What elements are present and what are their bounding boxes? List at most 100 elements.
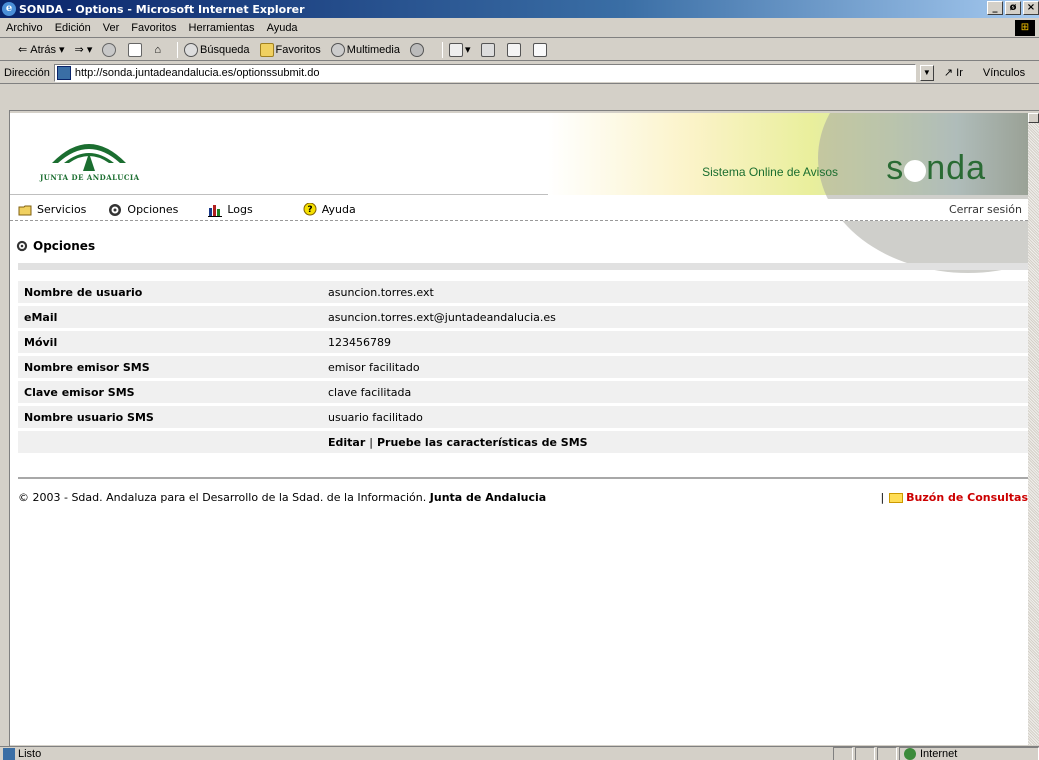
nav-label: Opciones — [127, 203, 179, 216]
title-divider — [18, 263, 1028, 270]
edit-icon — [506, 42, 521, 57]
scroll-up-button[interactable] — [1028, 113, 1039, 123]
print-button[interactable] — [480, 42, 497, 57]
favorites-label: Favoritos — [275, 43, 321, 56]
contact-link[interactable]: | Buzón de Consultas — [880, 491, 1028, 504]
footer-org: Junta de Andalucia — [429, 491, 547, 504]
stop-button[interactable] — [102, 42, 118, 57]
actions-cell: Editar | Pruebe las características de SMS — [318, 436, 1028, 449]
option-label: Nombre de usuario — [24, 285, 143, 299]
page-footer: © 2003 - Sdad. Andaluza para el Desarrol… — [18, 491, 1028, 504]
menu-edicion[interactable]: Edición — [55, 22, 91, 34]
folder-icon — [18, 205, 32, 215]
search-label: Búsqueda — [200, 43, 250, 56]
status-pane — [877, 747, 897, 760]
search-icon — [184, 42, 198, 57]
table-row: Nombre emisor SMS emisor facilitado — [18, 356, 1028, 378]
menu-favoritos[interactable]: Favoritos — [131, 22, 176, 34]
actions-separator: | — [369, 435, 373, 449]
window-titlebar[interactable]: e SONDA - Options - Microsoft Internet E… — [0, 0, 1039, 18]
edit-page-button[interactable] — [506, 42, 523, 57]
menu-ver[interactable]: Ver — [103, 22, 120, 34]
address-input[interactable]: http://sonda.juntadeandalucia.es/options… — [53, 63, 916, 82]
multimedia-label: Multimedia — [346, 43, 400, 56]
option-label: Clave emisor SMS — [24, 385, 135, 399]
menu-herramientas[interactable]: Herramientas — [189, 22, 255, 34]
brand-right: nda — [926, 149, 986, 187]
options-face-icon — [16, 240, 28, 252]
stop-icon — [102, 42, 117, 57]
option-value: emisor facilitado — [328, 360, 420, 374]
back-arrow-icon: ⇐ — [18, 44, 28, 56]
history-icon — [409, 42, 424, 57]
address-bar: Dirección http://sonda.juntadeandalucia.… — [0, 62, 1039, 84]
globe-icon — [904, 748, 916, 760]
menu-archivo[interactable]: Archivo — [6, 22, 43, 34]
refresh-button[interactable] — [128, 42, 144, 57]
toolbar-separator — [177, 41, 178, 58]
page-icon — [56, 65, 71, 80]
back-button[interactable]: ⇐ Atrás ▾ — [18, 43, 65, 57]
home-button[interactable]: ⌂ — [154, 44, 161, 56]
address-dropdown-button[interactable]: ▼ — [919, 64, 934, 81]
minimize-button[interactable]: _ — [987, 1, 1003, 15]
banner-decoration — [818, 113, 1028, 273]
go-label: Ir — [956, 67, 963, 79]
main-nav: Servicios Opciones Logs ? Ayuda Cerrar s… — [10, 199, 1028, 221]
option-value: asuncion.torres.ext@juntadeandalucia.es — [328, 310, 556, 324]
back-label: Atrás — [30, 43, 56, 56]
zone-label: Internet — [920, 748, 958, 760]
copyright-text: © 2003 - Sdad. Andaluza para el Desarrol… — [18, 491, 546, 504]
help-icon: ? — [303, 202, 317, 215]
option-label: Nombre emisor SMS — [24, 360, 150, 374]
edit-link[interactable]: Editar — [328, 436, 365, 449]
go-button[interactable]: ↗ Ir — [944, 66, 963, 79]
mail-icon — [448, 42, 463, 57]
favorites-button[interactable]: Favoritos — [259, 42, 321, 57]
option-value: clave facilitada — [328, 385, 412, 399]
nav-label: Logs — [227, 203, 253, 216]
option-label: Móvil — [24, 335, 58, 349]
option-value: asuncion.torres.ext — [328, 285, 434, 299]
close-button[interactable]: × — [1023, 1, 1039, 15]
option-value: 123456789 — [328, 335, 391, 349]
nav-item-servicios[interactable]: Servicios — [18, 203, 86, 217]
page-viewport: JUNTA DE ANDALUCIA Sistema Online de Avi… — [10, 113, 1028, 745]
nav-label: Servicios — [37, 203, 87, 216]
refresh-icon — [128, 42, 143, 57]
multimedia-button[interactable]: Multimedia — [330, 42, 400, 57]
test-sms-link[interactable]: Pruebe las características de SMS — [377, 436, 588, 449]
history-button[interactable] — [409, 42, 426, 57]
print-icon — [480, 42, 495, 57]
option-label: eMail — [24, 310, 58, 324]
vertical-scrollbar[interactable] — [1028, 113, 1039, 745]
maximize-button[interactable]: ø — [1005, 1, 1021, 15]
status-pane — [833, 747, 853, 760]
search-button[interactable]: Búsqueda — [184, 42, 250, 57]
mail-button[interactable]: ▾ — [448, 42, 471, 57]
brand-o-icon — [904, 160, 927, 182]
security-zone[interactable]: Internet — [899, 747, 1039, 760]
discuss-button[interactable] — [532, 42, 549, 57]
menu-bar: Archivo Edición Ver Favoritos Herramient… — [0, 18, 1039, 38]
copyright-line: © 2003 - Sdad. Andaluza para el Desarrol… — [18, 491, 427, 504]
nav-item-logs[interactable]: Logs — [208, 203, 253, 217]
links-button[interactable]: Vínculos — [983, 67, 1025, 79]
nav-item-opciones[interactable]: Opciones — [108, 203, 178, 217]
address-url: http://sonda.juntadeandalucia.es/options… — [74, 66, 320, 79]
table-row: eMail asuncion.torres.ext@juntadeandaluc… — [18, 306, 1028, 328]
footer-separator: | — [880, 491, 885, 504]
status-text: Listo — [18, 747, 42, 760]
contact-label: Buzón de Consultas — [906, 491, 1028, 504]
table-row: Móvil 123456789 — [18, 331, 1028, 353]
menu-ayuda[interactable]: Ayuda — [267, 22, 298, 34]
options-face-icon — [109, 203, 122, 216]
nav-item-ayuda[interactable]: ? Ayuda — [303, 202, 356, 217]
logout-link[interactable]: Cerrar sesión — [949, 203, 1022, 216]
window-controls: _ ø × — [987, 1, 1039, 15]
option-value: usuario facilitado — [328, 410, 423, 424]
banner-subtitle: Sistema Online de Avisos — [702, 165, 838, 179]
options-table: Nombre de usuario asuncion.torres.ext eM… — [18, 281, 1028, 456]
multimedia-icon — [330, 42, 345, 57]
forward-button[interactable]: ⇒ ▾ — [75, 43, 93, 56]
